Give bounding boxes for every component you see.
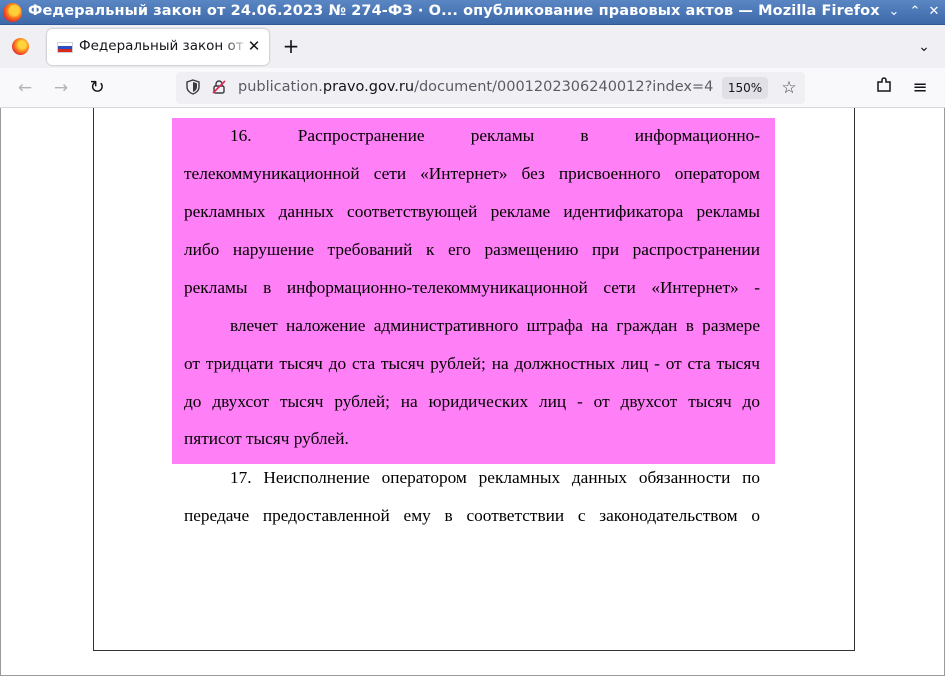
back-button[interactable]: ←: [12, 76, 38, 100]
close-window-icon[interactable]: ✕: [925, 3, 943, 21]
app-menu-button[interactable]: ≡: [908, 76, 932, 100]
tracking-protection-shield-icon[interactable]: [184, 79, 202, 97]
document-line: влечет наложение административного штраф…: [230, 316, 760, 335]
firefox-view-icon[interactable]: [12, 38, 29, 55]
document-line: 17. Неисполнение оператором рекламных да…: [230, 468, 760, 487]
url-text[interactable]: publication.pravo.gov.ru/document/000120…: [238, 79, 713, 95]
zoom-level-button[interactable]: 150%: [722, 77, 768, 99]
window-titlebar: Федеральный закон от 24.06.2023 № 274-ФЗ…: [0, 0, 945, 25]
window-title: Федеральный закон от 24.06.2023 № 274-ФЗ…: [28, 3, 880, 19]
document-viewport[interactable]: 16. Распространение рекламы в информацио…: [0, 108, 945, 676]
url-path: /document/0001202306240012?index=4: [414, 79, 714, 95]
insecure-lock-icon[interactable]: [210, 79, 228, 97]
maximize-icon[interactable]: ⌃: [906, 3, 924, 21]
tab-strip: Федеральный закон от 24.06.2023 № 274-ФЗ…: [0, 25, 945, 68]
firefox-window-icon: [3, 3, 22, 22]
reload-button[interactable]: ↻: [84, 76, 110, 100]
tab-close-icon[interactable]: ✕: [244, 36, 264, 56]
document-line: 16. Распространение рекламы в информацио…: [230, 126, 760, 145]
tab-title: Федеральный закон от 24.06.2023 № 274-ФЗ: [79, 38, 249, 54]
document-line: рекламы в информационно-телекоммуникацио…: [184, 278, 760, 297]
new-tab-button[interactable]: +: [279, 34, 303, 58]
url-prefix: publication.: [238, 79, 323, 95]
bookmark-star-icon[interactable]: ☆: [778, 77, 800, 99]
russia-flag-favicon-icon: [57, 42, 73, 53]
document-line: телекоммуникационной сети «Интернет» без…: [184, 164, 760, 183]
document-line: пятисот тысяч рублей.: [184, 429, 349, 448]
navigation-toolbar: ← → ↻ publication.pravo.gov.ru/document/…: [0, 68, 945, 108]
address-bar[interactable]: publication.pravo.gov.ru/document/000120…: [176, 72, 805, 104]
list-all-tabs-icon[interactable]: ⌄: [912, 35, 936, 59]
document-line: рекламных данных соответствующей рекламе…: [184, 202, 760, 221]
document-line: передаче предоставленной ему в соответст…: [184, 506, 760, 525]
url-host: pravo.gov.ru: [322, 79, 415, 95]
document-line: от тридцати тысяч до ста тысяч рублей; н…: [184, 354, 760, 373]
tab-active[interactable]: Федеральный закон от 24.06.2023 № 274-ФЗ…: [47, 29, 269, 65]
document-line: до двухсот тысяч рублей; на юридических …: [184, 392, 760, 411]
minimize-icon[interactable]: ⌄: [885, 3, 903, 21]
forward-button[interactable]: →: [48, 76, 74, 100]
document-line: либо нарушение требований к его размещен…: [184, 240, 760, 259]
extensions-icon[interactable]: [872, 76, 896, 100]
